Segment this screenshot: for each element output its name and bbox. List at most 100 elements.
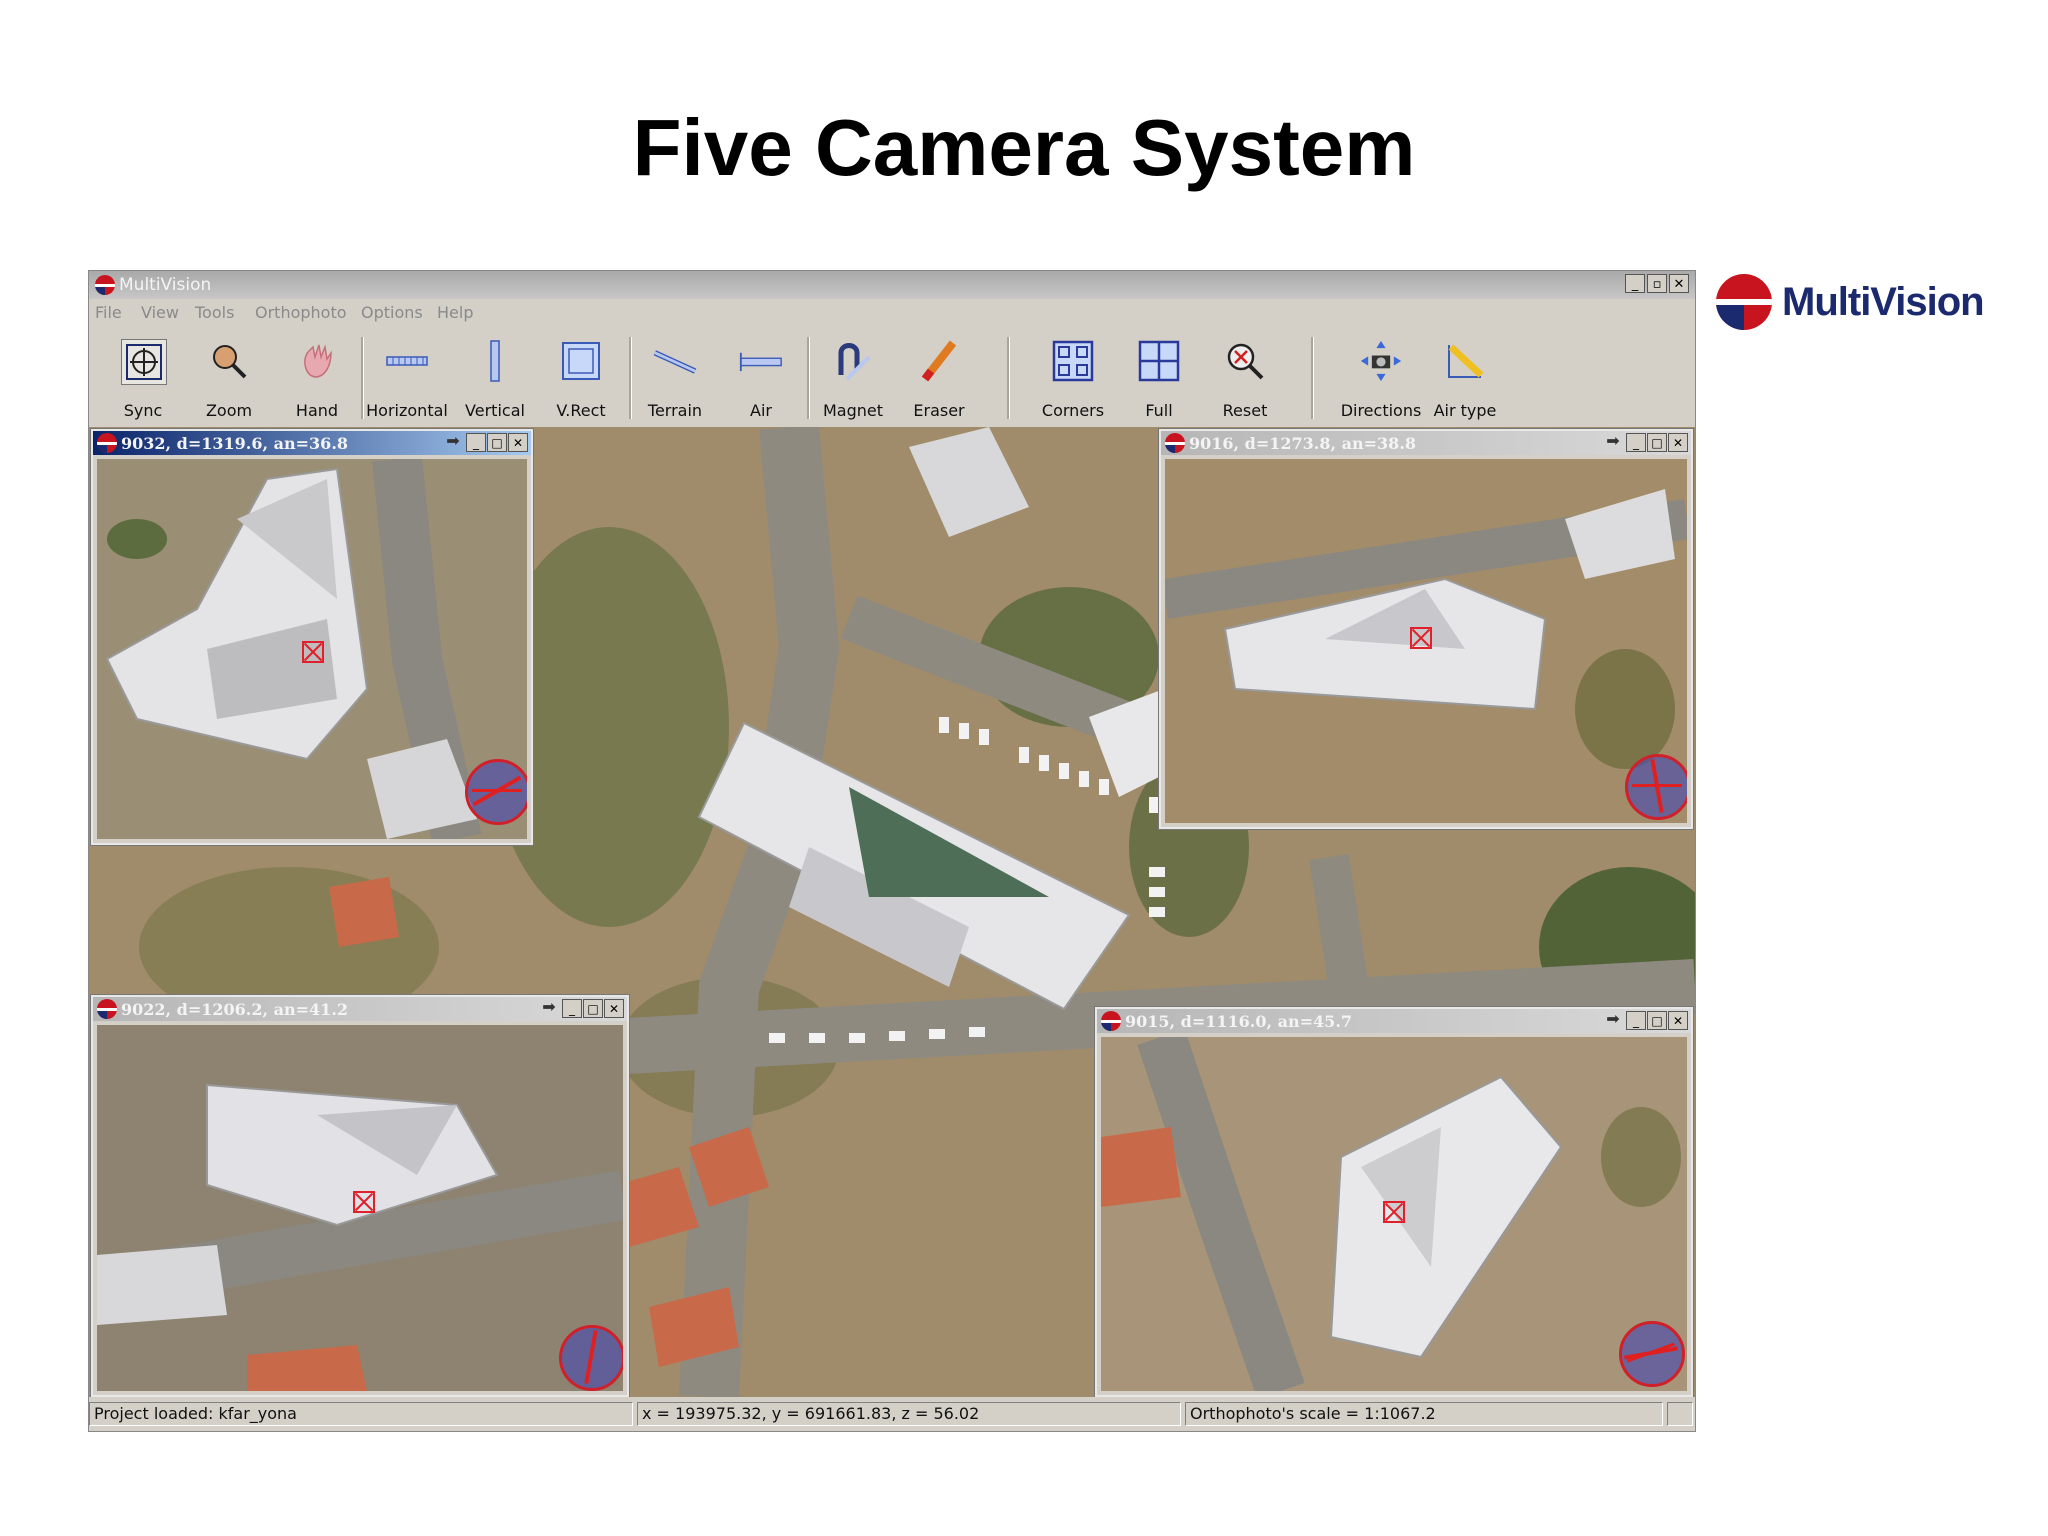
toolbar-separator xyxy=(1311,337,1314,419)
camera-window-title: 9022, d=1206.2, an=41.2 xyxy=(121,1000,349,1019)
tool-zoom[interactable]: Zoom xyxy=(189,329,269,425)
target-marker xyxy=(353,1191,375,1213)
terrain-icon xyxy=(653,339,697,383)
target-marker xyxy=(1383,1201,1405,1223)
close-button[interactable]: ✕ xyxy=(1668,433,1688,452)
menu-orthophoto[interactable]: Orthophoto xyxy=(255,303,347,322)
compass-icon xyxy=(559,1325,623,1391)
app-window: MultiVision _ ▫ ✕ File View Tools Orthop… xyxy=(88,270,1696,1432)
tool-label: Magnet xyxy=(822,401,884,420)
target-marker xyxy=(302,641,324,663)
arrow-right-icon[interactable]: ➡ xyxy=(1601,433,1625,452)
tool-label: Corners xyxy=(1041,401,1105,420)
menu-tools[interactable]: Tools xyxy=(195,303,234,322)
corners-icon xyxy=(1051,339,1095,383)
tool-label: Zoom xyxy=(205,401,253,420)
status-extra xyxy=(1667,1402,1693,1426)
tool-full[interactable]: Full xyxy=(1119,329,1199,425)
orthophoto-map[interactable]: 9032, d=1319.6, an=36.8 ➡ _ □ ✕ 9016, d=… xyxy=(89,427,1695,1397)
minimize-button[interactable]: _ xyxy=(466,433,486,452)
camera-window-title: 9015, d=1116.0, an=45.7 xyxy=(1125,1012,1353,1031)
camera-window-titlebar[interactable]: 9032, d=1319.6, an=36.8 ➡ _ □ ✕ xyxy=(93,431,531,455)
sync-icon xyxy=(121,339,167,385)
tool-sync[interactable]: Sync xyxy=(103,329,183,425)
app-logo-icon xyxy=(1101,1011,1121,1031)
camera-image[interactable] xyxy=(97,459,527,839)
tool-label: Air xyxy=(750,401,772,420)
tool-label: Horizontal xyxy=(366,401,448,420)
tool-terrain[interactable]: Terrain xyxy=(635,329,715,425)
tool-reset[interactable]: Reset xyxy=(1205,329,1285,425)
tool-corners[interactable]: Corners xyxy=(1033,329,1113,425)
toolbar: Sync Zoom Hand Horizontal Vertical V.Rec… xyxy=(89,329,1695,425)
tool-air[interactable]: Air xyxy=(721,329,801,425)
target-marker xyxy=(1410,627,1432,649)
close-button[interactable]: ✕ xyxy=(508,433,528,452)
maximize-button[interactable]: □ xyxy=(583,999,603,1018)
window-titlebar[interactable]: MultiVision _ ▫ ✕ xyxy=(89,271,1695,299)
eraser-icon xyxy=(917,339,961,383)
minimize-button[interactable]: _ xyxy=(1626,433,1646,452)
reset-icon xyxy=(1223,339,1267,383)
brand-logo: MultiVision xyxy=(1716,272,1986,332)
tool-label: Hand xyxy=(295,401,339,420)
brand-name: MultiVision xyxy=(1782,280,1985,324)
tool-hand[interactable]: Hand xyxy=(277,329,357,425)
camera-window-9022[interactable]: 9022, d=1206.2, an=41.2 ➡ _ □ ✕ xyxy=(91,995,629,1397)
tool-label: Eraser xyxy=(913,401,965,420)
menu-file[interactable]: File xyxy=(95,303,122,322)
tool-magnet[interactable]: Magnet xyxy=(813,329,893,425)
minimize-button[interactable]: _ xyxy=(1626,1011,1646,1030)
camera-window-9032[interactable]: 9032, d=1319.6, an=36.8 ➡ _ □ ✕ xyxy=(91,429,533,845)
menu-options[interactable]: Options xyxy=(361,303,423,322)
camera-window-titlebar[interactable]: 9022, d=1206.2, an=41.2 ➡ _ □ ✕ xyxy=(93,997,627,1021)
tool-air-type[interactable]: Air type xyxy=(1425,329,1505,425)
brand-logo-icon xyxy=(1716,274,1772,330)
arrow-right-icon[interactable]: ➡ xyxy=(1601,1011,1625,1030)
camera-window-titlebar[interactable]: 9015, d=1116.0, an=45.7 ➡ _ □ ✕ xyxy=(1097,1009,1691,1033)
camera-image[interactable] xyxy=(1101,1037,1687,1391)
tool-eraser[interactable]: Eraser xyxy=(899,329,979,425)
minimize-button[interactable]: _ xyxy=(1625,274,1645,293)
close-button[interactable]: ✕ xyxy=(604,999,624,1018)
camera-window-title: 9032, d=1319.6, an=36.8 xyxy=(121,434,349,453)
restore-button[interactable]: ▫ xyxy=(1647,274,1667,293)
full-icon xyxy=(1137,339,1181,383)
camera-image[interactable] xyxy=(1165,459,1687,823)
directions-icon xyxy=(1359,339,1403,383)
horizontal-icon xyxy=(385,339,429,383)
camera-window-titlebar[interactable]: 9016, d=1273.8, an=38.8 ➡ _ □ ✕ xyxy=(1161,431,1691,455)
compass-icon xyxy=(1625,754,1687,820)
zoom-icon xyxy=(207,339,251,383)
camera-window-9016[interactable]: 9016, d=1273.8, an=38.8 ➡ _ □ ✕ xyxy=(1159,429,1693,829)
close-button[interactable]: ✕ xyxy=(1668,1011,1688,1030)
tool-directions[interactable]: Directions xyxy=(1341,329,1421,425)
maximize-button[interactable]: □ xyxy=(487,433,507,452)
menu-bar: File View Tools Orthophoto Options Help xyxy=(89,299,1695,327)
vertical-icon xyxy=(473,339,517,383)
status-scale: Orthophoto's scale = 1:1067.2 xyxy=(1185,1402,1663,1426)
arrow-right-icon[interactable]: ➡ xyxy=(441,433,465,452)
maximize-button[interactable]: □ xyxy=(1647,433,1667,452)
vrect-icon xyxy=(559,339,603,383)
camera-window-9015[interactable]: 9015, d=1116.0, an=45.7 ➡ _ □ ✕ xyxy=(1095,1007,1693,1397)
minimize-button[interactable]: _ xyxy=(562,999,582,1018)
app-logo-icon xyxy=(1165,433,1185,453)
close-button[interactable]: ✕ xyxy=(1669,274,1689,293)
tool-vrect[interactable]: V.Rect xyxy=(541,329,621,425)
menu-view[interactable]: View xyxy=(141,303,179,322)
app-logo-icon xyxy=(97,433,117,453)
camera-image[interactable] xyxy=(97,1025,623,1391)
arrow-right-icon[interactable]: ➡ xyxy=(537,999,561,1018)
status-coordinates: x = 193975.32, y = 691661.83, z = 56.02 xyxy=(637,1402,1181,1426)
compass-icon xyxy=(1619,1321,1685,1387)
window-title: MultiVision xyxy=(119,275,212,295)
toolbar-separator xyxy=(1007,337,1010,419)
status-project: Project loaded: kfar_yona xyxy=(89,1402,633,1426)
menu-help[interactable]: Help xyxy=(437,303,473,322)
tool-horizontal[interactable]: Horizontal xyxy=(366,329,448,425)
tool-label: Reset xyxy=(1222,401,1268,420)
tool-label: Terrain xyxy=(647,401,703,420)
maximize-button[interactable]: □ xyxy=(1647,1011,1667,1030)
tool-vertical[interactable]: Vertical xyxy=(455,329,535,425)
